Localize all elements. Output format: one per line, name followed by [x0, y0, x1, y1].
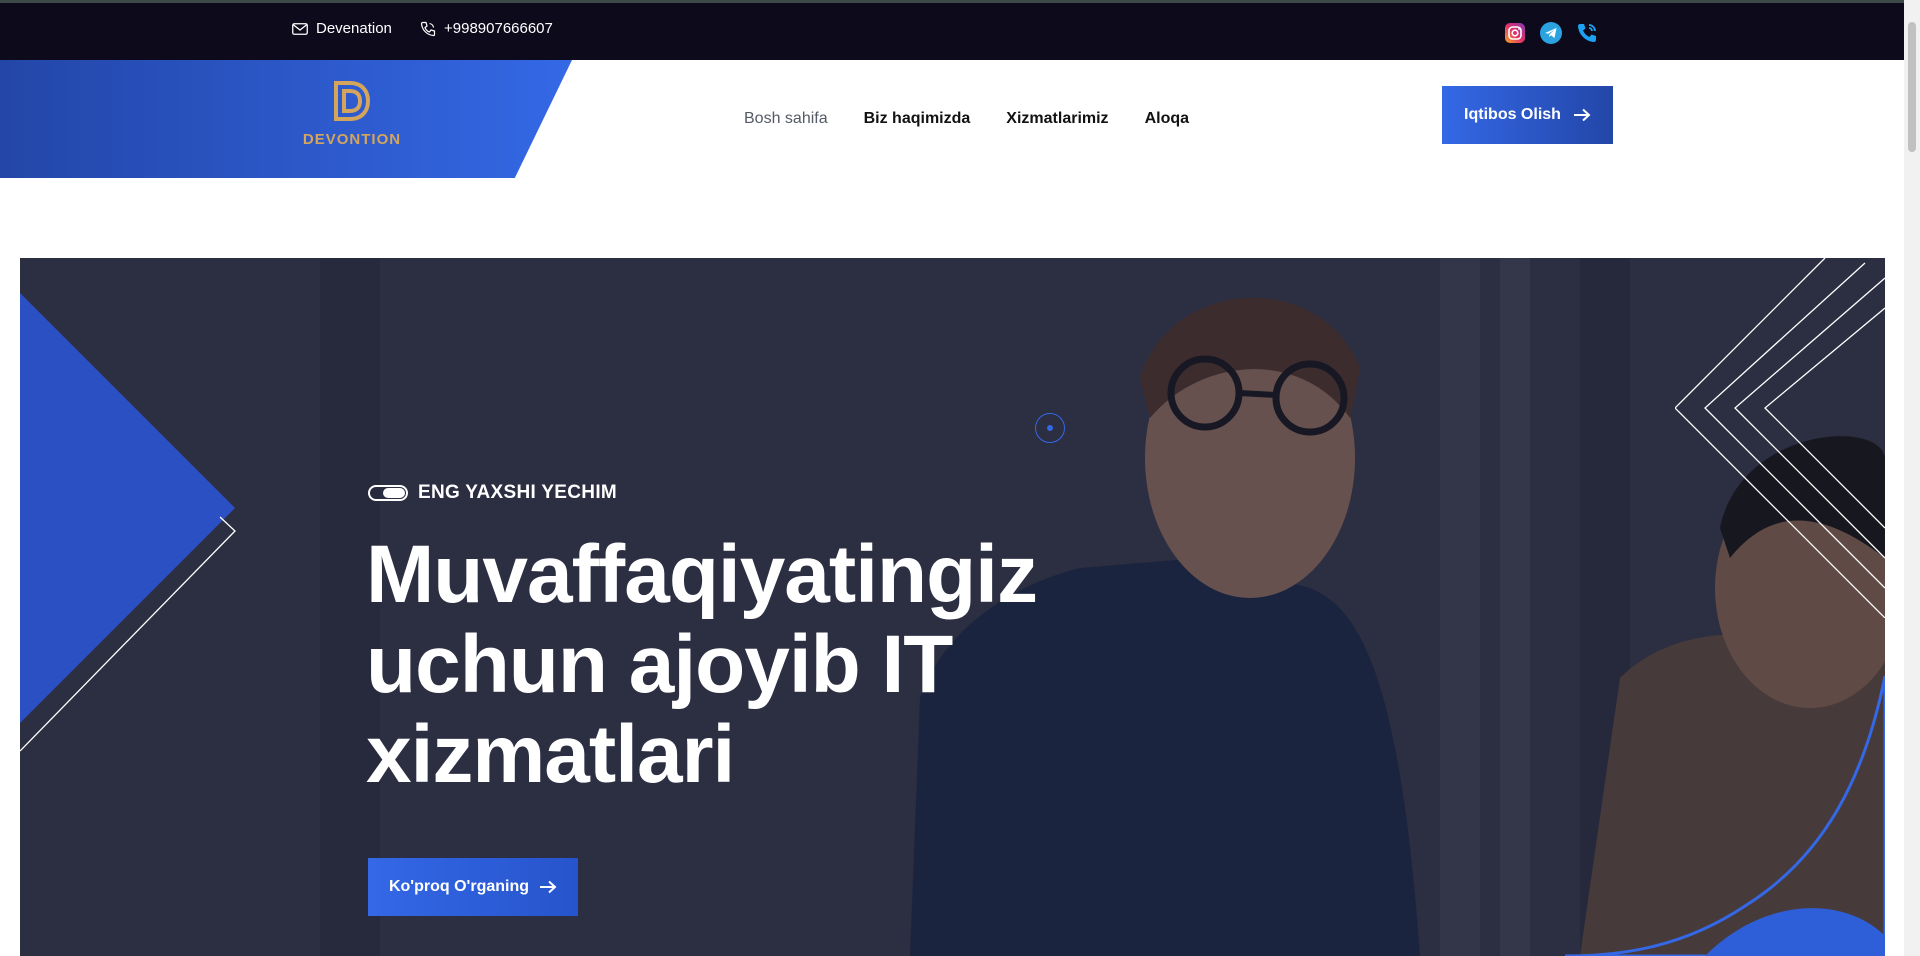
email-label: Devenation: [316, 20, 392, 37]
toggle-icon: [368, 485, 408, 501]
phone-call-icon[interactable]: [1576, 22, 1598, 44]
scrollbar-thumb[interactable]: [1908, 22, 1916, 152]
decorative-dot: [1035, 413, 1065, 443]
arrow-right-icon: [1573, 108, 1591, 122]
hero-title-line-2: uchun ajoyib IT: [366, 619, 953, 710]
get-quote-label: Iqtibos Olish: [1464, 106, 1561, 123]
nav-item-home[interactable]: Bosh sahifa: [744, 110, 828, 128]
learn-more-button[interactable]: Ko'proq O'rganing: [368, 858, 578, 916]
page-scrollbar[interactable]: [1904, 0, 1920, 956]
arrow-right-icon: [540, 880, 557, 894]
nav-item-services[interactable]: Xizmatlarimiz: [1006, 110, 1108, 128]
mail-icon: [292, 22, 308, 35]
logo-mark-icon: [334, 81, 371, 121]
site-header: DEVONTION Bosh sahifa Biz haqimizda Xizm…: [0, 60, 1904, 178]
hero-eyebrow: ENG YAXSHI YECHIM: [368, 482, 617, 504]
decorative-triangle: [20, 293, 236, 752]
hero-title-line-3: xizmatlari: [366, 709, 735, 800]
hero-banner: ENG YAXSHI YECHIM Muvaffaqiyatingiz uchu…: [20, 258, 1885, 956]
get-quote-button[interactable]: Iqtibos Olish: [1442, 86, 1613, 144]
decorative-lines: [1675, 258, 1885, 618]
hero-title-line-1: Muvaffaqiyatingiz: [366, 529, 1038, 620]
email-contact[interactable]: Devenation: [292, 20, 392, 37]
hero-eyebrow-label: ENG YAXSHI YECHIM: [418, 482, 618, 503]
logo-band: [0, 60, 572, 178]
phone-icon: [420, 21, 436, 36]
nav-item-about[interactable]: Biz haqimizda: [864, 110, 971, 128]
learn-more-label: Ko'proq O'rganing: [388, 878, 530, 895]
logo[interactable]: DEVONTION: [302, 80, 402, 148]
logo-text: DEVONTION: [302, 131, 402, 148]
nav-item-contact[interactable]: Aloqa: [1145, 110, 1189, 128]
phone-contact[interactable]: +998907666607: [420, 20, 553, 37]
decorative-wave: [1565, 675, 1885, 956]
main-nav: Bosh sahifa Biz haqimizda Xizmatlarimiz …: [744, 110, 1189, 128]
top-bar: Devenation +998907666607: [0, 0, 1904, 60]
hero-title: Muvaffaqiyatingiz uchun ajoyib IT xizmat…: [366, 530, 1126, 800]
instagram-icon[interactable]: [1504, 22, 1526, 44]
phone-label: +998907666607: [444, 20, 553, 37]
social-links: [1504, 22, 1598, 44]
telegram-icon[interactable]: [1540, 22, 1562, 44]
